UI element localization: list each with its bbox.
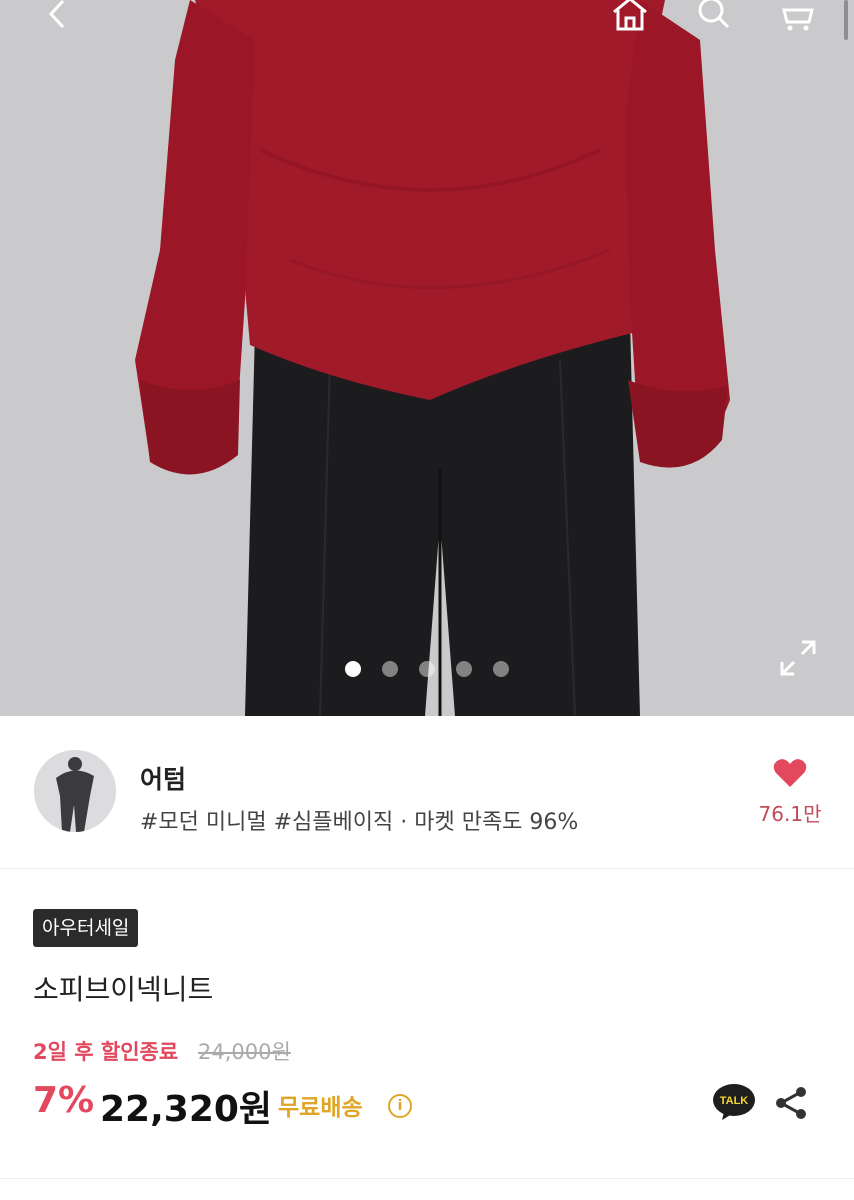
product-title: 소피브이넥니트 <box>33 973 214 1006</box>
cart-icon <box>782 8 814 31</box>
like-count: 76.1만 <box>758 802 822 826</box>
expand-button[interactable] <box>778 638 818 678</box>
talk-icon: TALK <box>713 1084 755 1120</box>
gallery-dot[interactable] <box>456 661 472 677</box>
home-button[interactable] <box>606 0 654 36</box>
sale-badge: 아우터세일 <box>33 909 139 947</box>
search-icon <box>698 0 730 29</box>
cart-button[interactable] <box>774 0 822 36</box>
seller-avatar[interactable] <box>34 750 116 832</box>
share-button[interactable] <box>772 1084 810 1122</box>
seller-section[interactable]: 어텀 #모던 미니멀 #심플베이직 · 마켓 만족도 96% 76.1만 <box>0 716 854 869</box>
avatar-image <box>34 750 116 832</box>
original-price: 24,000원 <box>198 1040 291 1064</box>
free-shipping-label: 무료배송 <box>278 1095 363 1121</box>
sale-price: 22,320원 <box>100 1089 273 1130</box>
gallery-dot[interactable] <box>419 661 435 677</box>
top-navigation-bar <box>0 0 854 40</box>
shipping-info-icon[interactable]: i <box>388 1094 412 1118</box>
talk-label: TALK <box>720 1095 749 1107</box>
discount-rate: 7% <box>33 1080 95 1121</box>
search-button[interactable] <box>690 0 738 36</box>
share-icon <box>776 1087 806 1119</box>
product-image-gallery[interactable] <box>0 0 854 716</box>
home-icon <box>613 0 647 31</box>
seller-name[interactable]: 어텀 <box>140 760 186 796</box>
kakao-talk-button[interactable]: TALK <box>712 1082 756 1122</box>
expand-icon <box>780 640 816 676</box>
section-divider <box>0 1178 854 1179</box>
back-button[interactable] <box>34 0 82 36</box>
gallery-dot-active[interactable] <box>345 661 361 677</box>
heart-icon <box>773 759 807 787</box>
discount-countdown: 2일 후 할인종료 <box>33 1040 179 1064</box>
like-button[interactable]: 76.1만 <box>752 758 828 827</box>
gallery-dot[interactable] <box>493 661 509 677</box>
scrollbar[interactable] <box>844 0 848 40</box>
back-icon <box>48 0 65 29</box>
gallery-pagination <box>0 661 854 677</box>
product-photo <box>0 0 854 716</box>
gallery-dot[interactable] <box>382 661 398 677</box>
seller-tags: #모던 미니멀 #심플베이직 · 마켓 만족도 96% <box>140 810 579 835</box>
